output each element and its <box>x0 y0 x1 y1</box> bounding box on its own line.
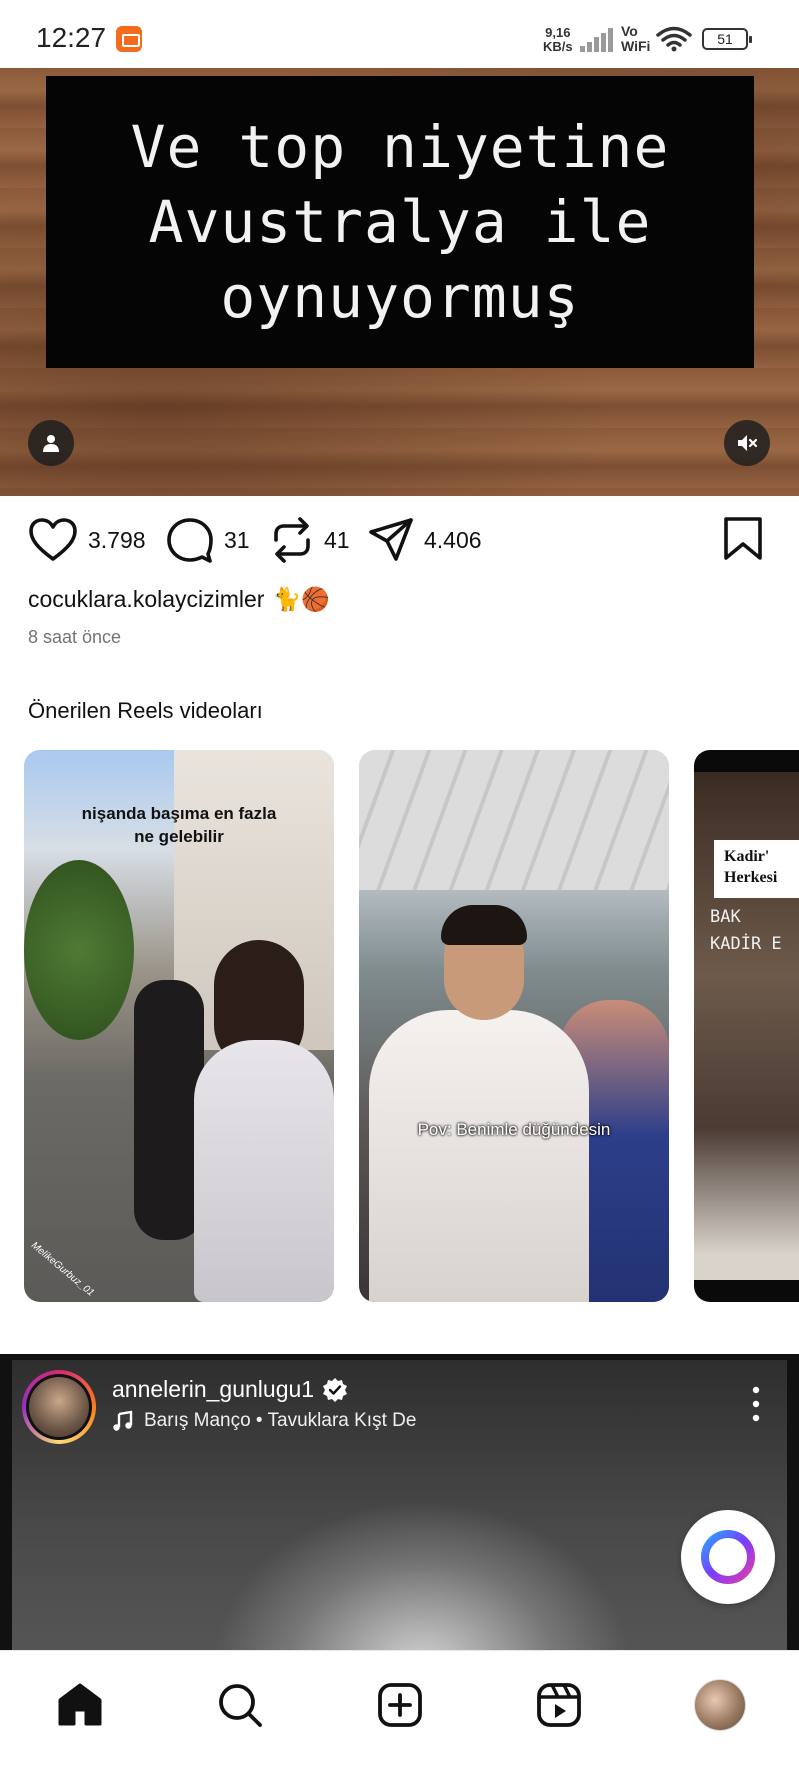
repost-action[interactable]: 41 <box>270 516 350 564</box>
network-speed: 9,16 KB/s <box>543 26 573 54</box>
nav-home[interactable] <box>50 1675 110 1735</box>
vowifi-indicator: Vo WiFi <box>621 24 650 54</box>
bookmark-icon[interactable] <box>722 516 764 562</box>
reel-video[interactable]: Ve top niyetine Avustralya ile oynuyormu… <box>0 68 799 496</box>
avatar <box>29 1377 89 1437</box>
reel-caption: Ve top niyetine Avustralya ile oynuyormu… <box>130 112 670 331</box>
like-count: 3.798 <box>88 526 146 553</box>
post-username[interactable]: cocuklara.kolaycizimler <box>28 586 264 613</box>
heart-icon <box>29 518 77 561</box>
home-icon <box>58 1683 102 1726</box>
story-avatar[interactable] <box>22 1370 96 1444</box>
notification-app-icon <box>116 26 142 52</box>
comment-action[interactable]: 31 <box>166 516 250 564</box>
reel-overlay-text: nişanda başıma en fazla ne gelebilir <box>81 804 277 846</box>
reels-icon <box>537 1683 581 1727</box>
signal-icon <box>580 28 614 52</box>
speaker-muted-icon <box>738 435 758 451</box>
comment-icon <box>167 518 213 563</box>
verified-badge-icon <box>323 1377 348 1402</box>
repost-icon <box>274 517 310 563</box>
suggested-reels-carousel[interactable]: nişanda başıma en fazla ne gelebilir Mel… <box>24 750 799 1302</box>
create-icon <box>378 1683 422 1727</box>
network-speed-value: 9,16 <box>545 25 571 40</box>
share-count: 4.406 <box>424 526 482 553</box>
post-author-username[interactable]: annelerin_gunlugu1 <box>112 1376 314 1403</box>
post-username-row[interactable]: cocuklara.kolaycizimler 🐈🏀 <box>28 586 330 613</box>
post-actions: 3.798 31 41 4.406 <box>0 496 799 586</box>
more-options-icon[interactable] <box>744 1384 768 1424</box>
send-icon <box>369 518 413 561</box>
comment-count: 31 <box>224 526 250 553</box>
share-action[interactable]: 4.406 <box>368 516 482 564</box>
reel-caption-board: Ve top niyetine Avustralya ile oynuyormu… <box>46 76 754 368</box>
battery-indicator: 51 <box>702 28 752 50</box>
profile-avatar <box>694 1679 746 1731</box>
post-media[interactable] <box>12 1360 787 1670</box>
meta-ai-icon <box>701 1530 755 1584</box>
meta-ai-button[interactable] <box>681 1510 775 1604</box>
nav-search[interactable] <box>210 1675 270 1735</box>
suggested-reel-card[interactable]: Pov: Benimle düğündesin <box>359 750 669 1302</box>
music-note-icon <box>113 1410 133 1431</box>
post-time: 8 saat önce <box>28 627 122 647</box>
suggested-reel-card[interactable]: Kadir' Herkesi BAK KADİR E <box>694 750 799 1302</box>
search-icon <box>219 1684 262 1727</box>
post-author-row[interactable]: annelerin_gunlugu1 <box>112 1376 348 1403</box>
status-bar: 12:27 9,16 KB/s Vo WiFi 51 <box>0 0 799 68</box>
tagged-users-button[interactable] <box>28 420 74 466</box>
post-music-label[interactable]: Barış Manço • Tavuklara Kışt De <box>144 1410 416 1432</box>
status-time: 12:27 <box>36 22 107 53</box>
feed-post[interactable]: annelerin_gunlugu1 Barış Manço • Tavukla… <box>0 1354 799 1670</box>
vowifi-top: Vo <box>621 23 638 39</box>
like-action[interactable]: 3.798 <box>28 516 146 564</box>
vowifi-bottom: WiFi <box>621 38 651 54</box>
post-music[interactable]: Barış Manço • Tavuklara Kışt De <box>112 1410 416 1432</box>
nav-profile[interactable] <box>690 1675 750 1735</box>
suggested-reel-card[interactable]: nişanda başıma en fazla ne gelebilir Mel… <box>24 750 334 1302</box>
repost-count: 41 <box>324 526 350 553</box>
mute-button[interactable] <box>724 420 770 466</box>
reel-watermark: MelikeGurbuz_01 <box>28 1240 97 1299</box>
bottom-navigation <box>0 1650 799 1778</box>
person-icon <box>43 435 59 452</box>
nav-create[interactable] <box>370 1675 430 1735</box>
reel-sub-text: BAK KADİR E <box>710 907 782 954</box>
wifi-icon <box>656 26 692 52</box>
reel-sign-text: Kadir' Herkesi <box>714 840 799 898</box>
post-emoji: 🐈🏀 <box>272 586 330 612</box>
nav-reels[interactable] <box>529 1675 589 1735</box>
suggested-reels-title: Önerilen Reels videoları <box>28 698 263 723</box>
network-speed-unit: KB/s <box>543 39 573 54</box>
reel-overlay-text: Pov: Benimle düğündesin <box>417 1120 611 1139</box>
